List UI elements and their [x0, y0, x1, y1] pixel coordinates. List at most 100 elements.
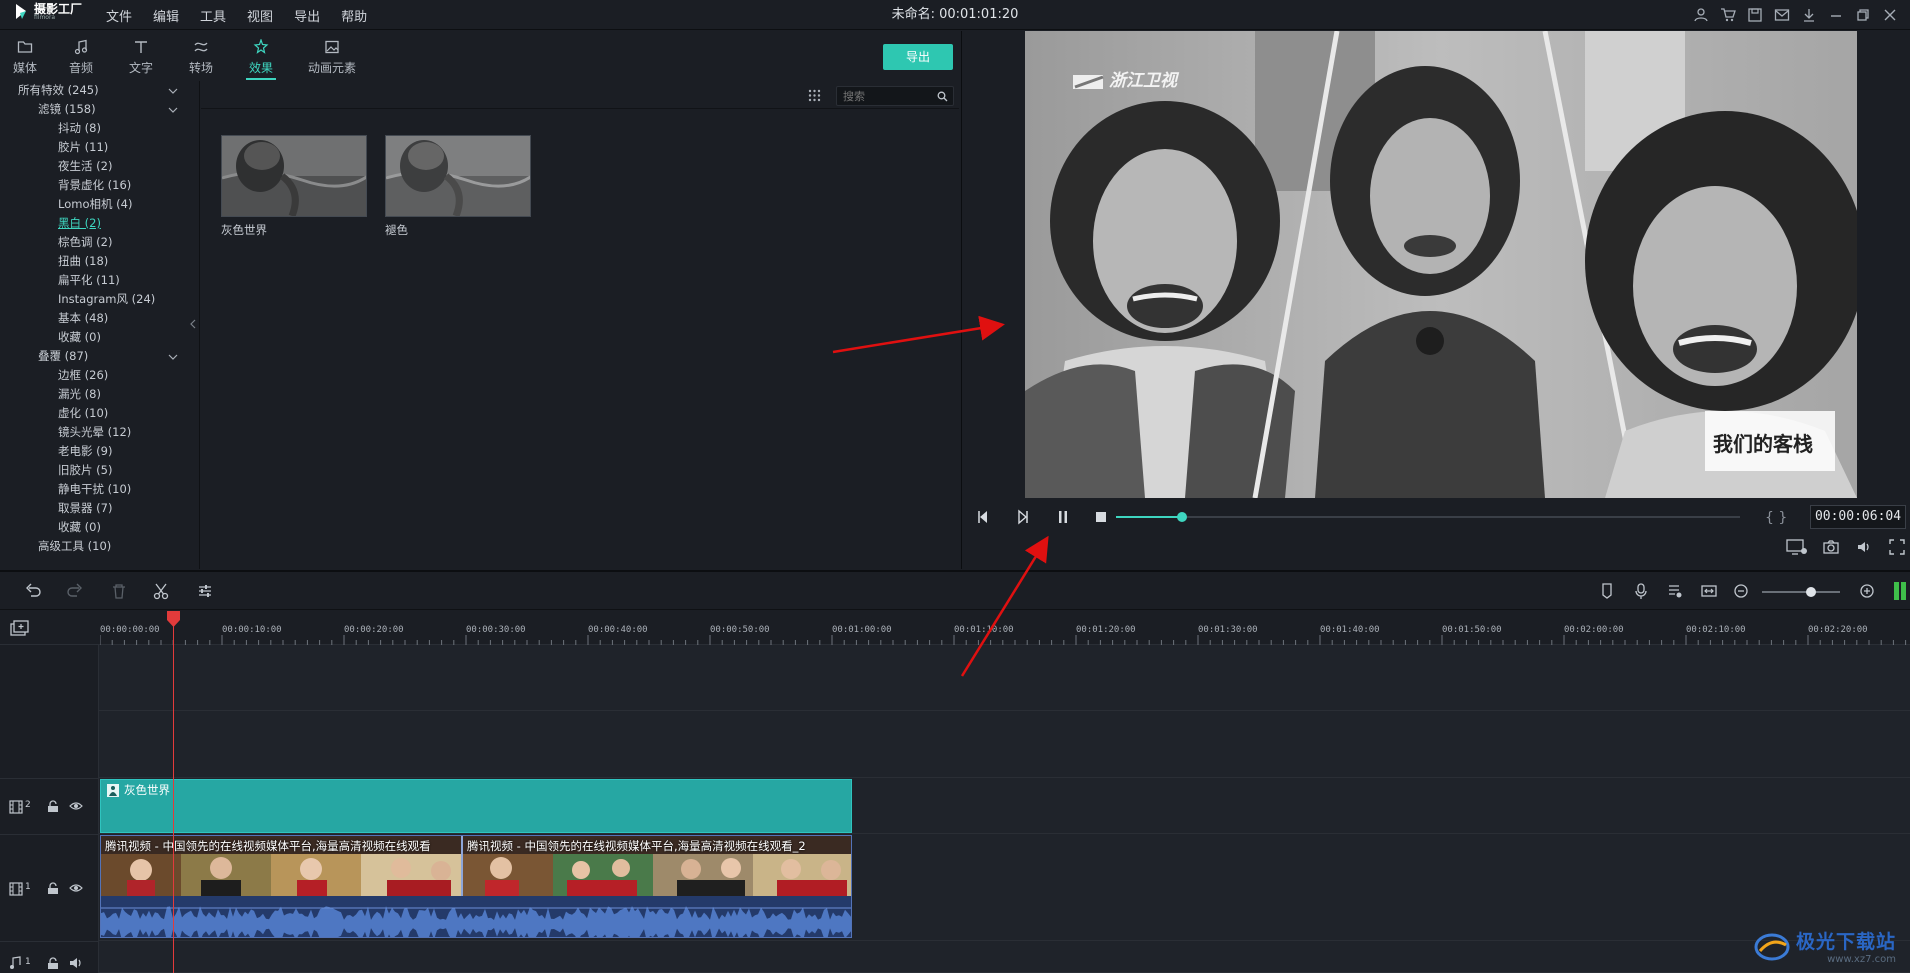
- tree-filter-item-selected[interactable]: 黑白 (2): [58, 214, 101, 233]
- adjust-settings-icon[interactable]: [196, 582, 214, 600]
- minimize-icon[interactable]: [1828, 7, 1844, 23]
- tab-effects[interactable]: 效果: [236, 37, 286, 81]
- empty-lane[interactable]: [99, 711, 1910, 778]
- tree-filter-item[interactable]: 背景虚化 (16): [58, 176, 131, 195]
- menu-edit[interactable]: 编辑: [153, 6, 179, 25]
- chevron-down-icon[interactable]: [168, 105, 178, 115]
- playhead-handle[interactable]: [167, 611, 180, 627]
- mail-icon[interactable]: [1774, 7, 1790, 23]
- lock-icon[interactable]: [47, 800, 59, 813]
- speaker-icon[interactable]: [69, 957, 83, 969]
- zoom-slider-track[interactable]: [1762, 591, 1840, 593]
- marker-icon[interactable]: [1598, 582, 1616, 600]
- lock-icon[interactable]: [47, 957, 59, 970]
- menu-bar: 文件 编辑 工具 视图 导出 帮助: [106, 0, 367, 30]
- volume-icon[interactable]: [1855, 538, 1873, 556]
- tree-filter-item[interactable]: 棕色调 (2): [58, 233, 112, 252]
- effect-thumbnail[interactable]: [385, 135, 531, 217]
- menu-export[interactable]: 导出: [294, 6, 320, 25]
- grid-view-icon[interactable]: [808, 89, 821, 102]
- tree-filter-item[interactable]: 夜生活 (2): [58, 157, 112, 176]
- audio-mixer-icon[interactable]: [1666, 582, 1684, 600]
- video-clip-track1[interactable]: 腾讯视频 - 中国领先的在线视频媒体平台,海量高清视频在线观看 腾讯视频 - 中…: [100, 835, 852, 938]
- collapse-panel-icon[interactable]: [190, 319, 196, 329]
- tree-overlay-item[interactable]: 旧胶片 (5): [58, 461, 112, 480]
- tab-audio[interactable]: 音频: [56, 37, 106, 81]
- microphone-icon[interactable]: [1632, 582, 1650, 600]
- effect-card-grayworld[interactable]: 灰色世界: [221, 135, 367, 238]
- tree-filters-group[interactable]: 滤镜 (158): [38, 100, 96, 119]
- tree-filter-item[interactable]: Lomo相机 (4): [58, 195, 132, 214]
- next-frame-icon[interactable]: [1013, 508, 1031, 526]
- visibility-eye-icon[interactable]: [69, 883, 83, 893]
- add-track-icon[interactable]: [10, 620, 30, 637]
- tree-filter-item[interactable]: 收藏 (0): [58, 328, 101, 347]
- effect-thumbnail[interactable]: [221, 135, 367, 217]
- film-track-icon: [9, 882, 23, 896]
- tree-filter-item[interactable]: 胶片 (11): [58, 138, 108, 157]
- download-icon[interactable]: [1801, 7, 1817, 23]
- menu-file[interactable]: 文件: [106, 6, 132, 25]
- export-button[interactable]: 导出: [883, 44, 953, 70]
- tree-overlay-item[interactable]: 漏光 (8): [58, 385, 101, 404]
- tree-overlay-group[interactable]: 叠覆 (87): [38, 347, 88, 366]
- menu-help[interactable]: 帮助: [341, 6, 367, 25]
- tree-advanced-group[interactable]: 高级工具 (10): [38, 537, 111, 556]
- fit-timeline-icon[interactable]: [1700, 582, 1718, 600]
- empty-lane[interactable]: [99, 645, 1910, 711]
- progress-track[interactable]: [1116, 516, 1740, 518]
- tree-filter-item[interactable]: Instagram风 (24): [58, 290, 155, 309]
- chevron-down-icon[interactable]: [168, 352, 178, 362]
- tree-filter-item[interactable]: 抖动 (8): [58, 119, 101, 138]
- tree-filter-item[interactable]: 扭曲 (18): [58, 252, 108, 271]
- zoom-in-icon[interactable]: [1858, 582, 1876, 600]
- undo-icon[interactable]: [24, 582, 42, 600]
- playhead-line: [173, 611, 174, 973]
- delete-icon[interactable]: [110, 582, 128, 600]
- tree-overlay-item[interactable]: 老电影 (9): [58, 442, 112, 461]
- search-icon[interactable]: [937, 91, 948, 102]
- tab-animated-elements[interactable]: 动画元素: [302, 37, 362, 81]
- progress-handle[interactable]: [1177, 512, 1187, 522]
- prev-frame-icon[interactable]: [975, 508, 993, 526]
- pause-icon[interactable]: [1054, 508, 1072, 526]
- tree-overlay-item[interactable]: 收藏 (0): [58, 518, 101, 537]
- split-scissors-icon[interactable]: [152, 582, 170, 600]
- lock-icon[interactable]: [47, 882, 59, 895]
- close-icon[interactable]: [1882, 7, 1898, 23]
- preview-video[interactable]: 浙江卫视 我们的客栈: [1025, 31, 1857, 498]
- menu-view[interactable]: 视图: [247, 6, 273, 25]
- redo-icon[interactable]: [66, 582, 84, 600]
- search-input[interactable]: [843, 88, 933, 104]
- display-settings-icon[interactable]: [1786, 538, 1808, 556]
- cart-icon[interactable]: [1720, 7, 1736, 23]
- tree-overlay-item[interactable]: 静电干扰 (10): [58, 480, 131, 499]
- tab-media[interactable]: 媒体: [0, 37, 50, 81]
- tab-transitions[interactable]: 转场: [176, 37, 226, 81]
- tree-root[interactable]: 所有特效 (245): [18, 81, 99, 100]
- chevron-down-icon[interactable]: [168, 86, 178, 96]
- camera-snapshot-icon[interactable]: [1822, 538, 1840, 556]
- restore-icon[interactable]: [1855, 7, 1871, 23]
- tree-overlay-item[interactable]: 虚化 (10): [58, 404, 108, 423]
- effect-card-faded[interactable]: 褪色: [385, 135, 531, 238]
- tree-overlay-item[interactable]: 取景器 (7): [58, 499, 112, 518]
- fullscreen-icon[interactable]: [1888, 538, 1906, 556]
- zoom-out-icon[interactable]: [1732, 582, 1750, 600]
- zoom-slider-handle[interactable]: [1806, 587, 1816, 597]
- tree-filter-item[interactable]: 扁平化 (11): [58, 271, 120, 290]
- visibility-eye-icon[interactable]: [69, 801, 83, 811]
- menu-tools[interactable]: 工具: [200, 6, 226, 25]
- effect-card-label: 褪色: [385, 223, 408, 237]
- stop-icon[interactable]: [1092, 508, 1110, 526]
- audio-lane-1[interactable]: [99, 941, 1910, 973]
- user-icon[interactable]: [1693, 7, 1709, 23]
- save-icon[interactable]: [1747, 7, 1763, 23]
- tab-text[interactable]: 文字: [116, 37, 166, 81]
- tree-overlay-item[interactable]: 镜头光晕 (12): [58, 423, 131, 442]
- tree-filter-item[interactable]: 基本 (48): [58, 309, 108, 328]
- tree-overlay-item[interactable]: 边框 (26): [58, 366, 108, 385]
- effect-clip-grayworld[interactable]: 灰色世界: [100, 779, 852, 833]
- mark-in-out-icon[interactable]: { }: [1764, 508, 1790, 526]
- timeline-ruler[interactable]: 00:00:00:00 00:00:10:00 00:00:20:00 00:00:3…: [0, 611, 1910, 645]
